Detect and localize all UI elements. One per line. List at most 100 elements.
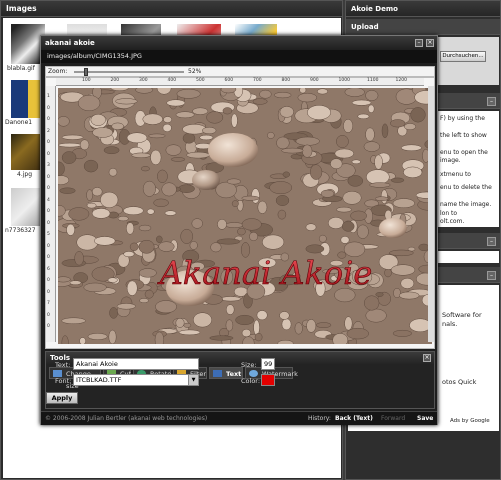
history-forward-button[interactable]: Forward xyxy=(381,412,405,426)
collapse-icon[interactable]: – xyxy=(487,271,496,280)
gravel-stone xyxy=(180,228,194,244)
gravel-stone xyxy=(108,329,117,344)
zoom-slider-track[interactable] xyxy=(74,71,184,73)
gravel-stone xyxy=(389,249,414,257)
gravel-stone xyxy=(269,181,293,195)
gravel-stone xyxy=(225,304,235,315)
collapse-icon[interactable]: – xyxy=(487,237,496,246)
gravel-stone xyxy=(202,126,217,135)
gravel-stone xyxy=(256,310,268,321)
gravel-stone xyxy=(330,158,343,170)
ruler-tick: 0 xyxy=(47,105,50,111)
vertical-scrollbar[interactable] xyxy=(428,86,434,342)
gravel-stone xyxy=(110,88,129,91)
images-panel-title: Images xyxy=(1,1,342,17)
history-back-button[interactable]: Back (Text) xyxy=(335,412,373,426)
gravel-stone xyxy=(126,132,148,144)
gravel-stone xyxy=(199,134,214,141)
close-icon[interactable]: × xyxy=(423,354,431,362)
gravel-stone xyxy=(226,178,241,185)
gravel-stone xyxy=(369,182,391,188)
collapse-icon[interactable]: – xyxy=(487,97,496,106)
ruler-tick: 1100 xyxy=(367,78,379,83)
font-select[interactable]: ITCBLKAD.TTF ▼ xyxy=(73,374,199,386)
apply-button[interactable]: Apply xyxy=(46,392,78,404)
ruler-tick: 0 xyxy=(47,255,50,260)
gravel-stone xyxy=(182,132,196,144)
gravel-stone xyxy=(175,318,185,328)
ad-line[interactable]: nals. xyxy=(442,320,457,329)
ruler-tick: 0 xyxy=(47,209,50,214)
gravel-stone xyxy=(267,131,275,139)
zoom-slider-handle[interactable] xyxy=(84,68,88,76)
gravel-stone xyxy=(381,123,389,139)
gravel-stone xyxy=(295,136,320,146)
text-label: Text: xyxy=(55,361,71,369)
browse-button[interactable]: Durchsuchen... xyxy=(440,51,486,62)
ruler-tick: 500 xyxy=(196,78,205,83)
overlay-text[interactable]: Akanai Akoie xyxy=(156,254,373,293)
gravel-stone xyxy=(170,157,186,162)
thumbnail-caption: blabla.gif xyxy=(7,65,35,72)
image-path: images/album/CIMG1354.JPG xyxy=(41,50,437,63)
gravel-stone xyxy=(401,144,422,152)
help-line: xtmenu to xyxy=(440,171,471,178)
ruler-tick: 0 xyxy=(47,186,50,191)
ruler-tick: 0 xyxy=(47,220,50,226)
gravel-stone xyxy=(210,242,222,253)
gravel-stone xyxy=(126,280,138,296)
gravel-stone xyxy=(365,90,379,101)
text-input[interactable]: Akanai Akoie xyxy=(73,358,199,370)
save-button[interactable]: Save xyxy=(417,412,433,426)
gravel-stone xyxy=(220,296,241,302)
ruler-tick: 1200 xyxy=(395,78,407,83)
gravel-stone xyxy=(366,169,390,185)
gravel-stone xyxy=(282,171,290,178)
font-label: Font: xyxy=(55,377,72,385)
gravel-stone xyxy=(155,300,177,314)
gravel-stone xyxy=(279,106,294,118)
ads-by-google[interactable]: Ads by Google xyxy=(450,417,490,426)
gravel-stone xyxy=(186,151,210,159)
gravel-stone xyxy=(334,148,355,159)
ruler-tick: 0 xyxy=(47,312,50,318)
gravel-stone xyxy=(253,319,260,336)
gravel-stone xyxy=(115,98,138,105)
size-input[interactable]: 99 xyxy=(261,358,275,370)
watermark-icon xyxy=(249,370,258,377)
gravel-stone xyxy=(279,311,290,320)
gravel-stone xyxy=(163,116,172,123)
gravel-stone xyxy=(351,99,372,106)
gravel-stone xyxy=(153,198,169,207)
photo-image: Akanai Akoie xyxy=(58,88,432,344)
gravel-stone xyxy=(363,141,380,152)
size-label: Size: xyxy=(241,361,257,369)
gravel-stone xyxy=(297,92,318,103)
gravel-stone xyxy=(178,329,201,336)
gravel-stone xyxy=(364,295,380,311)
ad-line[interactable]: otos Quick xyxy=(442,378,476,387)
ad-line[interactable]: Software for xyxy=(442,311,482,320)
ruler-tick: 3 xyxy=(47,163,50,168)
photo[interactable]: Akanai Akoie xyxy=(58,88,432,344)
color-swatch[interactable] xyxy=(261,374,275,386)
gravel-stone xyxy=(375,292,384,297)
ruler-tick: 0 xyxy=(47,174,50,180)
tab-text[interactable]: Text xyxy=(209,367,243,379)
ruler-tick: 0 xyxy=(47,151,50,157)
close-icon[interactable]: × xyxy=(426,39,434,47)
gravel-stone xyxy=(315,322,332,328)
gravel-stone xyxy=(140,166,150,172)
minimize-icon[interactable]: – xyxy=(415,39,423,47)
gravel-stone xyxy=(350,210,367,221)
ruler-tick: 5 xyxy=(47,232,50,237)
gravel-stone xyxy=(344,316,353,331)
gravel-stone xyxy=(305,244,325,254)
chevron-down-icon[interactable]: ▼ xyxy=(188,375,198,385)
gravel-stone xyxy=(273,92,292,99)
gravel-stone xyxy=(357,113,370,120)
gravel-stone xyxy=(252,98,268,105)
gravel-stone xyxy=(390,119,406,128)
ruler-tick: 1 xyxy=(47,94,50,99)
editor-title: akanai akoie xyxy=(41,36,437,50)
